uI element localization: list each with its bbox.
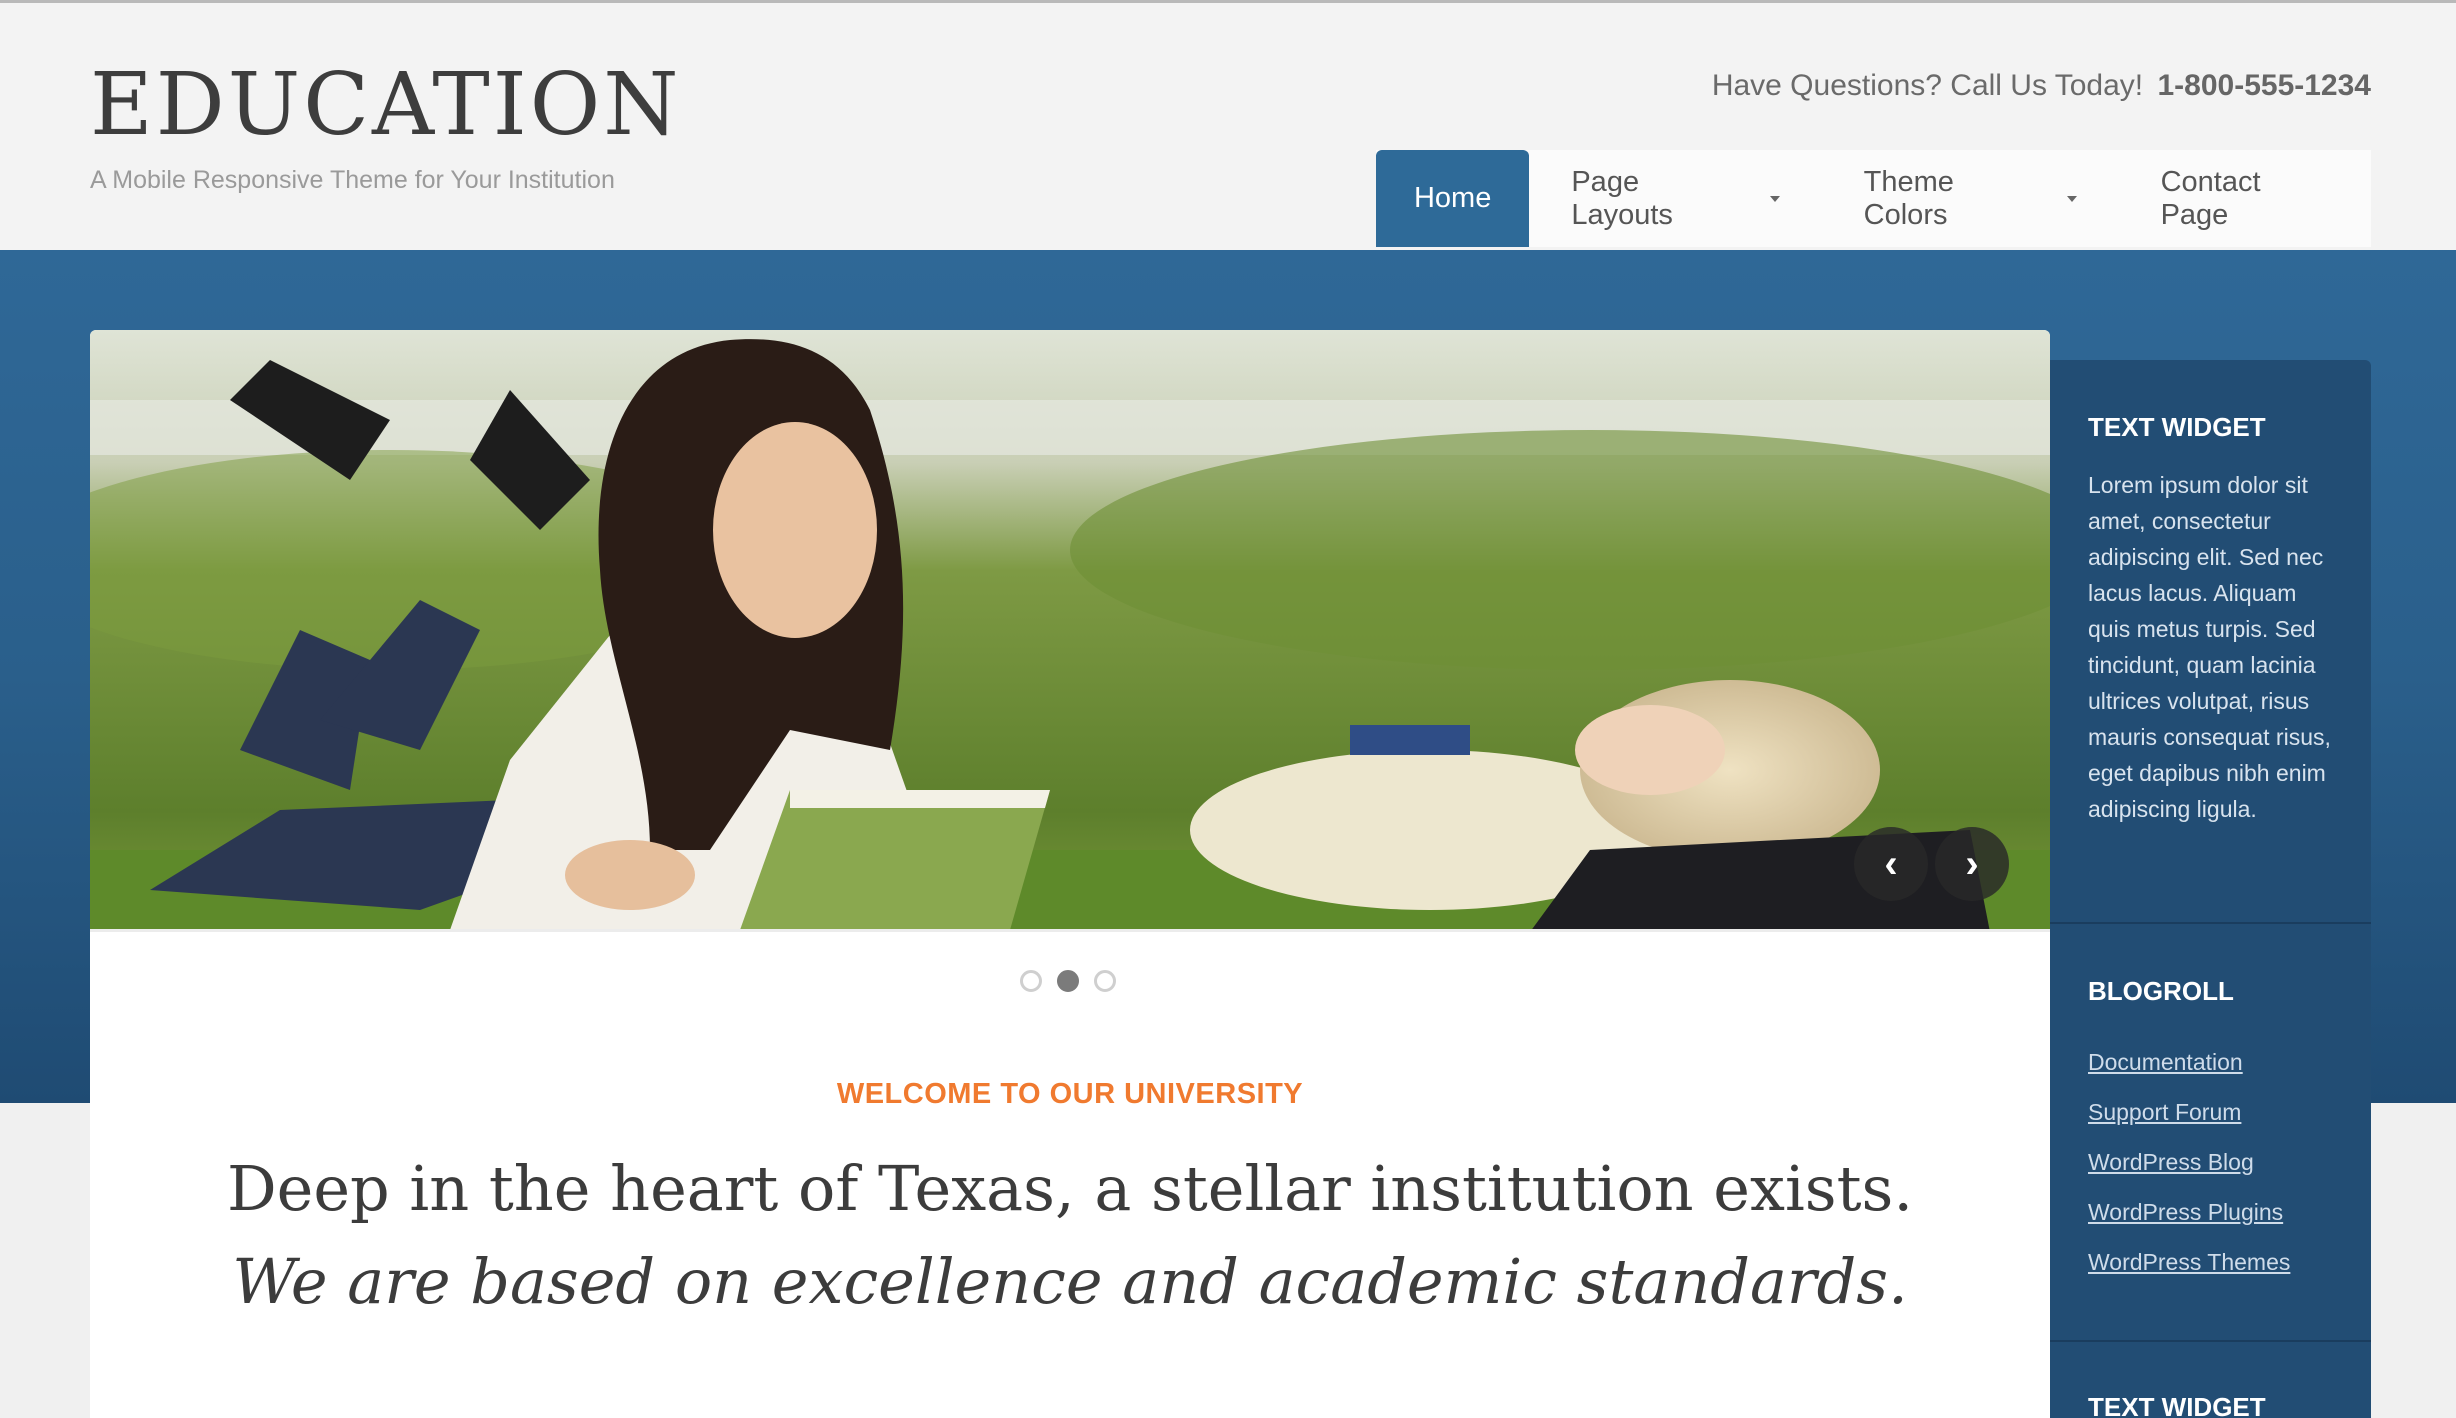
nav-item-home[interactable]: Home (1376, 150, 1530, 247)
blogroll-widget: BLOGROLL Documentation Support Forum Wor… (2050, 976, 2371, 1287)
widget-divider (2050, 1340, 2371, 1342)
slider-dot-3[interactable] (1094, 970, 1116, 992)
text-widget-2: TEXT WIDGET (2050, 1392, 2371, 1418)
contact-text: Have Questions? Call Us Today! (1711, 69, 2144, 102)
slide-photo (90, 330, 2050, 929)
site-tagline: A Mobile Responsive Theme for Your Insti… (90, 166, 615, 194)
header-contact: Have Questions? Call Us Today! 1-800-555… (1712, 69, 2371, 103)
list-item: WordPress Themes (2088, 1237, 2333, 1287)
subheadline: We are based on excellence and academic … (232, 1245, 1908, 1318)
slider-pagination (1020, 970, 1116, 992)
photo-book-pages (790, 790, 1050, 808)
main-content: ‹ › WELCOME TO OUR UNIVERSITY Deep in th… (90, 330, 2050, 1418)
sidebar: TEXT WIDGET Lorem ipsum dolor sit amet, … (2050, 360, 2371, 1418)
text-widget-2-title: TEXT WIDGET (2088, 1392, 2266, 1418)
list-item: WordPress Blog (2088, 1137, 2333, 1187)
photo-face-2 (1575, 705, 1725, 795)
nav-item-label: Contact Page (2160, 165, 2261, 231)
headline: Deep in the heart of Texas, a stellar in… (226, 1152, 1914, 1225)
blogroll-link-wordpress-blog[interactable]: WordPress Blog (2088, 1149, 2254, 1175)
slider-dot-2[interactable] (1057, 970, 1079, 992)
caret-down-icon (2066, 195, 2077, 202)
blogroll-list: Documentation Support Forum WordPress Bl… (2088, 1037, 2333, 1287)
photo-hand (565, 840, 695, 910)
nav-item-label: Home (1413, 182, 1492, 214)
photo-book-2 (1350, 725, 1470, 755)
blogroll-title: BLOGROLL (2088, 976, 2234, 1006)
welcome-heading: WELCOME TO OUR UNIVERSITY (836, 1078, 1304, 1110)
blogroll-link-wordpress-plugins[interactable]: WordPress Plugins (2088, 1199, 2283, 1225)
nav-item-theme-colors[interactable]: Theme Colors (1822, 150, 2119, 247)
slider-dot-1[interactable] (1020, 970, 1042, 992)
blogroll-link-wordpress-themes[interactable]: WordPress Themes (2088, 1249, 2290, 1275)
chevron-left-icon: ‹ (1884, 841, 1898, 886)
site-title[interactable]: EDUCATION (90, 55, 682, 155)
chevron-right-icon: › (1965, 841, 1979, 886)
nav-item-page-layouts[interactable]: Page Layouts (1529, 150, 1821, 247)
list-item: Support Forum (2088, 1087, 2333, 1137)
image-slider: ‹ › (90, 330, 2050, 932)
nav-item-label: Theme Colors (1863, 165, 1954, 231)
contact-phone: 1-800-555-1234 (2157, 69, 2371, 102)
text-widget: TEXT WIDGET Lorem ipsum dolor sit amet, … (2050, 412, 2371, 827)
text-widget-title: TEXT WIDGET (2088, 412, 2266, 442)
blogroll-link-support-forum[interactable]: Support Forum (2088, 1099, 2241, 1125)
nav-item-label: Page Layouts (1571, 165, 1673, 231)
main-nav: Home Page Layouts Theme Colors Contact P… (1376, 150, 2371, 247)
photo-face (713, 422, 877, 638)
text-widget-body: Lorem ipsum dolor sit amet, consectetur … (2088, 472, 2331, 822)
list-item: WordPress Plugins (2088, 1187, 2333, 1237)
slider-next-button[interactable]: › (1935, 827, 2009, 901)
photo-book (740, 790, 1050, 929)
slider-prev-button[interactable]: ‹ (1854, 827, 1928, 901)
list-item: Documentation (2088, 1037, 2333, 1087)
widget-divider (2050, 922, 2371, 924)
blogroll-link-documentation[interactable]: Documentation (2088, 1049, 2243, 1075)
nav-item-contact-page[interactable]: Contact Page (2119, 150, 2371, 247)
caret-down-icon (1769, 195, 1780, 202)
